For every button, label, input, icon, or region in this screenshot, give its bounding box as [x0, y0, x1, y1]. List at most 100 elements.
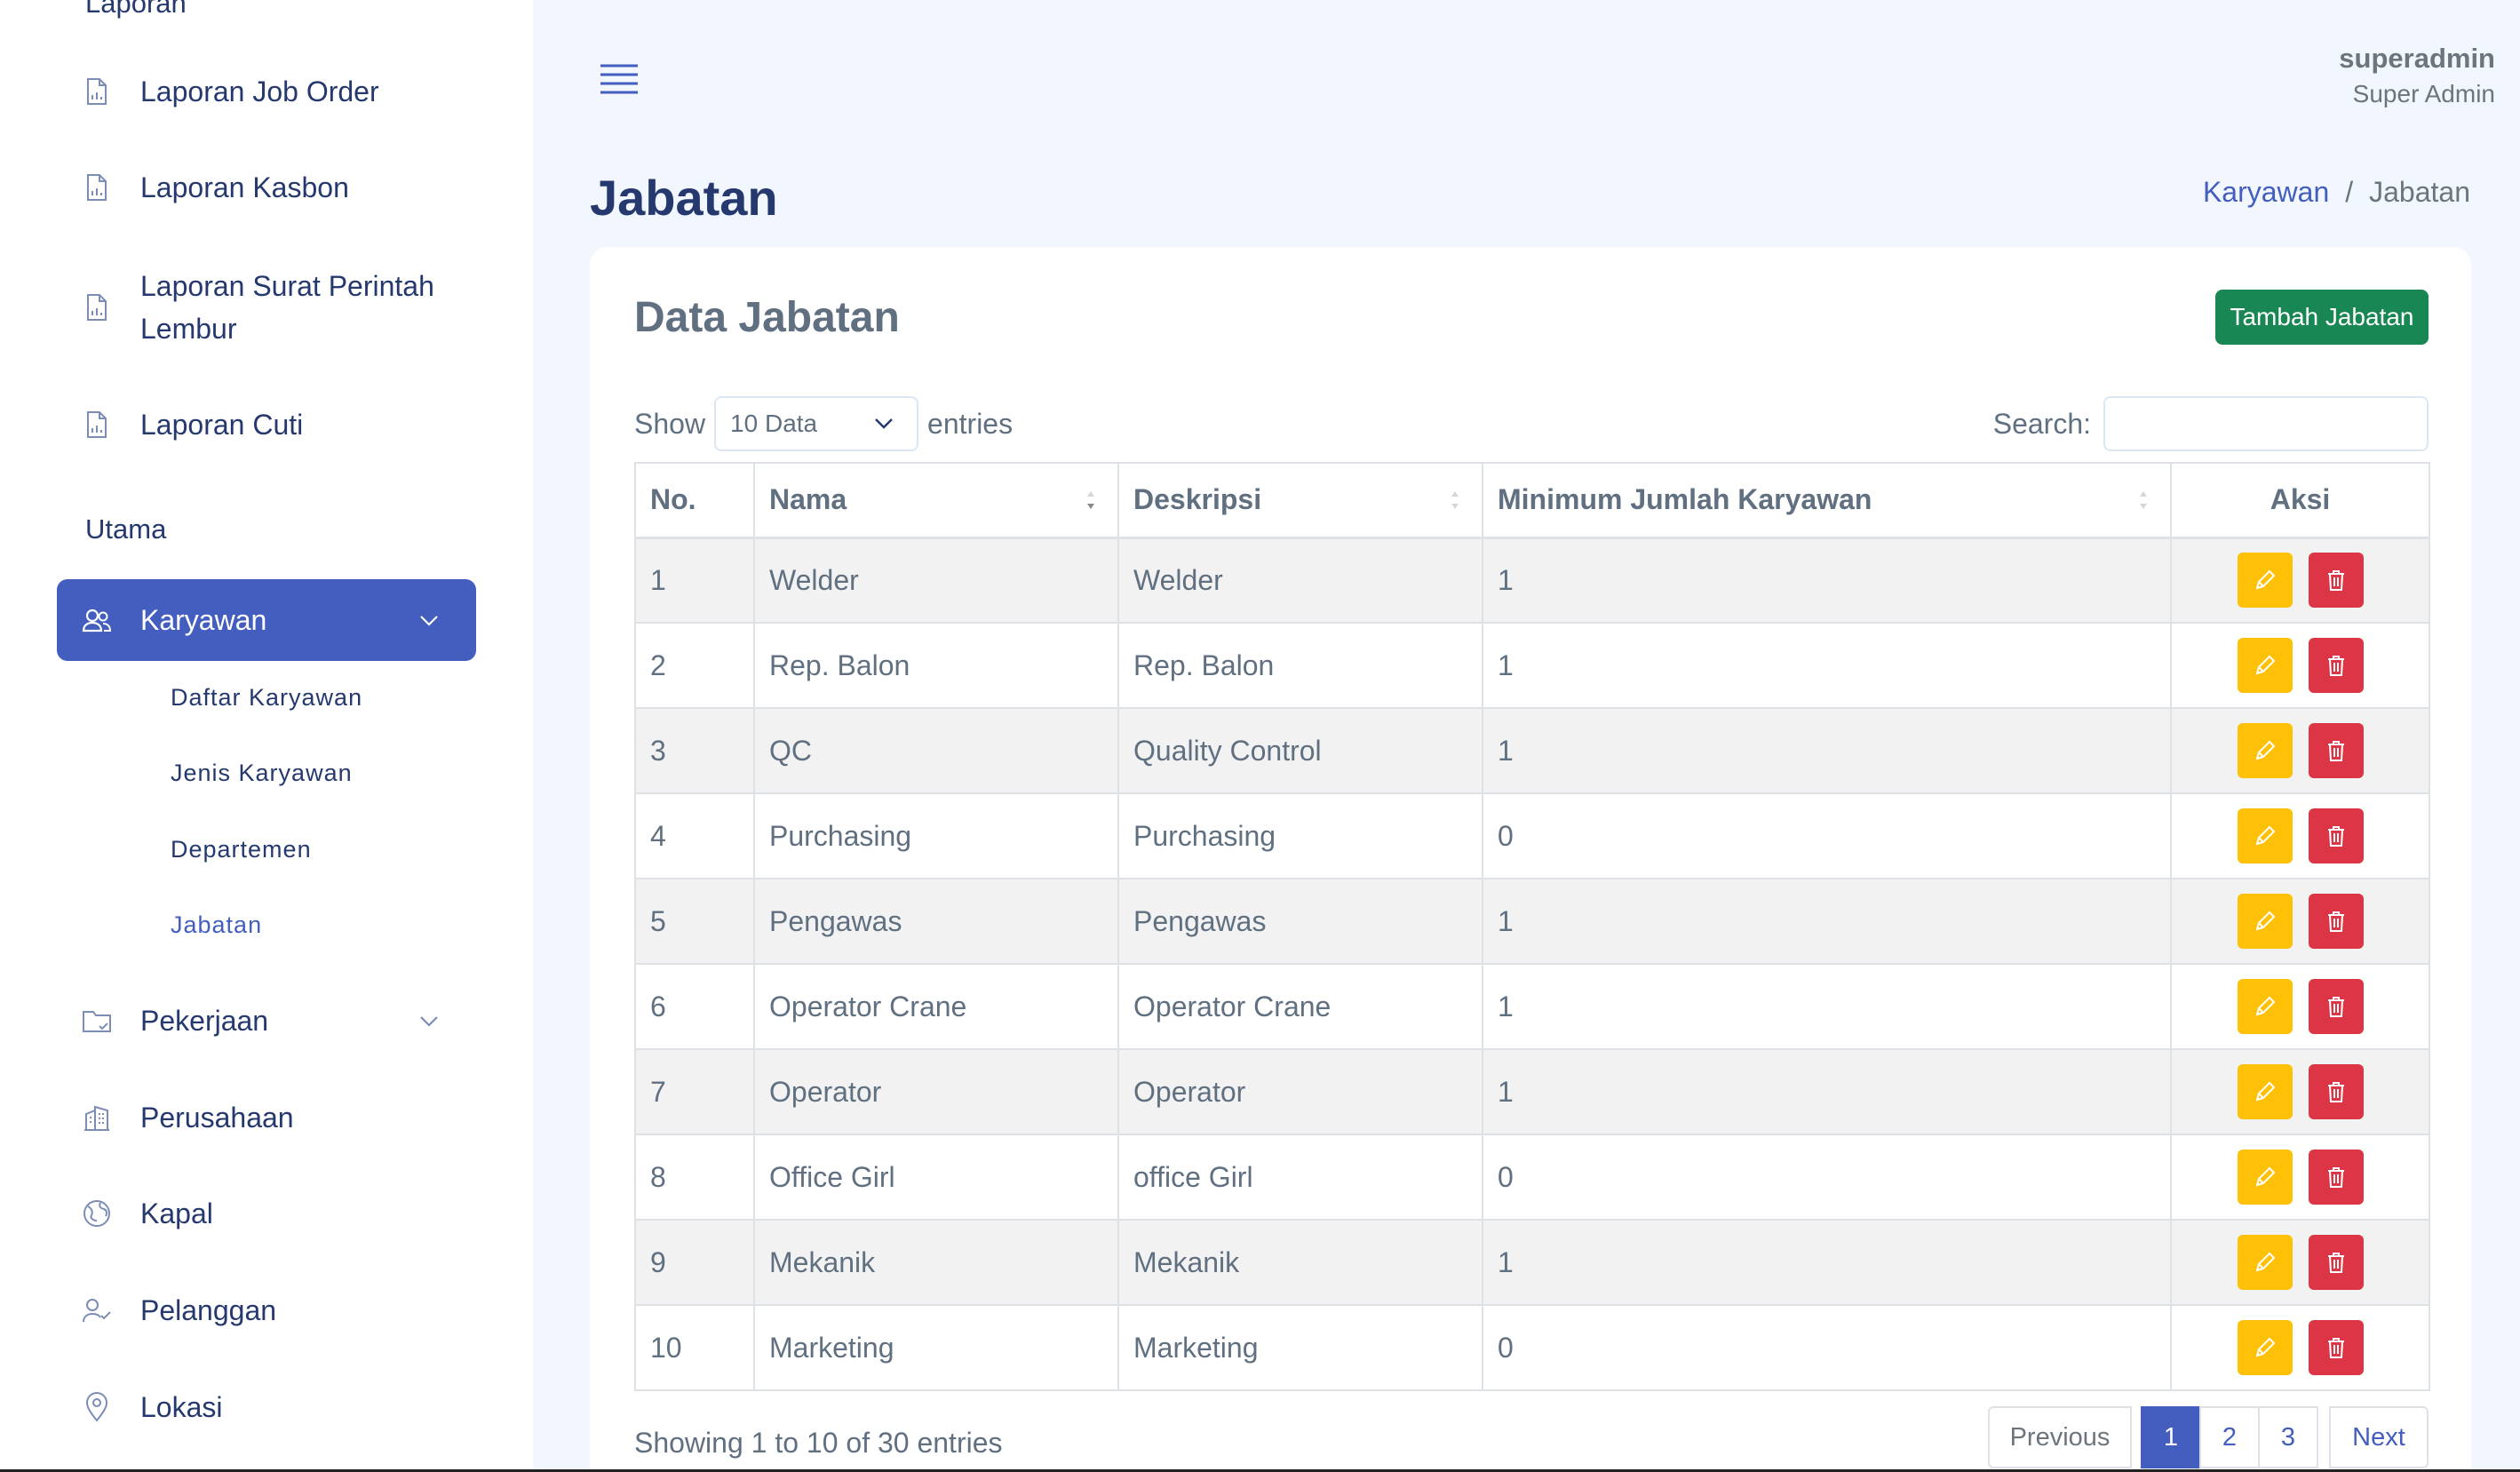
col-header-no[interactable]: No.: [634, 462, 755, 539]
cell-aksi: [2170, 1304, 2430, 1391]
delete-button[interactable]: [2308, 1150, 2364, 1205]
pencil-icon: [2255, 996, 2275, 1016]
entries-select[interactable]: 10 Data: [714, 396, 919, 451]
table-row: 2 Rep. Balon Rep. Balon 1: [634, 622, 2430, 709]
trash-icon: [2327, 570, 2344, 592]
user-menu[interactable]: superadmin Super Admin: [2339, 43, 2495, 108]
add-jabatan-button[interactable]: Tambah Jabatan: [2215, 290, 2429, 345]
pencil-icon: [2255, 569, 2275, 590]
trash-icon: [2327, 1167, 2344, 1188]
row-actions: [2237, 1320, 2364, 1375]
cell-nama: Operator: [753, 1048, 1119, 1135]
delete-button[interactable]: [2308, 808, 2364, 863]
delete-button[interactable]: [2308, 1064, 2364, 1119]
breadcrumb-separator: /: [2345, 176, 2354, 208]
person-check-icon: [82, 1295, 112, 1325]
cell-aksi: [2170, 537, 2430, 624]
edit-button[interactable]: [2237, 1235, 2293, 1290]
sidebar-item-label: Karyawan: [140, 604, 267, 636]
people-icon: [82, 605, 112, 635]
edit-button[interactable]: [2237, 638, 2293, 693]
row-actions: [2237, 553, 2364, 609]
trash-icon: [2327, 826, 2344, 847]
pagination-page-1[interactable]: 1: [2141, 1406, 2201, 1468]
cell-nama: Purchasing: [753, 792, 1119, 879]
pagination-next-button[interactable]: Next: [2329, 1406, 2429, 1468]
col-header-minimum[interactable]: Minimum Jumlah Karyawan: [1482, 462, 2172, 539]
sidebar-item-label: Laporan Cuti: [140, 409, 304, 441]
cell-deskripsi: Welder: [1117, 537, 1483, 624]
edit-button[interactable]: [2237, 723, 2293, 778]
edit-button[interactable]: [2237, 1320, 2293, 1375]
edit-button[interactable]: [2237, 1150, 2293, 1205]
cell-deskripsi: office Girl: [1117, 1134, 1483, 1221]
chevron-down-icon: [875, 418, 893, 429]
cell-nama: Office Girl: [753, 1134, 1119, 1221]
row-actions: [2237, 638, 2364, 693]
delete-button[interactable]: [2308, 979, 2364, 1034]
sidebar-item-kapal[interactable]: Kapal: [57, 1174, 476, 1253]
cell-no: 10: [634, 1304, 755, 1391]
search-control: Search:: [1993, 396, 2429, 451]
pagination-page-3[interactable]: 3: [2258, 1406, 2318, 1468]
breadcrumb-link-karyawan[interactable]: Karyawan: [2203, 176, 2329, 209]
cell-minimum: 1: [1482, 622, 2172, 709]
pagination-previous-button[interactable]: Previous: [1988, 1406, 2132, 1468]
edit-button[interactable]: [2237, 808, 2293, 863]
col-header-deskripsi[interactable]: Deskripsi: [1117, 462, 1483, 539]
sidebar-subitem-departemen[interactable]: Departemen: [171, 836, 312, 863]
search-input[interactable]: [2103, 396, 2429, 451]
edit-button[interactable]: [2237, 1064, 2293, 1119]
table-row: 1 Welder Welder 1: [634, 537, 2430, 624]
delete-button[interactable]: [2308, 894, 2364, 949]
trash-icon: [2327, 1338, 2344, 1358]
sidebar-item-pelanggan[interactable]: Pelanggan: [57, 1270, 476, 1350]
cell-deskripsi: Quality Control: [1117, 707, 1483, 794]
cell-minimum: 0: [1482, 1134, 2172, 1221]
sidebar-item-label: Laporan Job Order: [140, 76, 379, 107]
cell-minimum: 0: [1482, 792, 2172, 879]
sidebar-item-laporan-kasbon[interactable]: Laporan Kasbon: [57, 147, 476, 227]
delete-button[interactable]: [2308, 1320, 2364, 1375]
table-row: 8 Office Girl office Girl 0: [634, 1134, 2430, 1221]
row-actions: [2237, 808, 2364, 863]
sidebar-item-karyawan[interactable]: Karyawan: [57, 579, 476, 661]
table-row: 5 Pengawas Pengawas 1: [634, 878, 2430, 965]
cell-no: 8: [634, 1134, 755, 1221]
col-header-label: Nama: [769, 483, 847, 516]
sidebar-item-label: Perusahaan: [140, 1102, 294, 1134]
col-header-nama[interactable]: Nama: [753, 462, 1119, 539]
row-actions: [2237, 894, 2364, 949]
pencil-icon: [2255, 1081, 2275, 1102]
folder-icon: [82, 1006, 112, 1036]
sidebar-item-laporan-spl[interactable]: Laporan Surat Perintah Lembur: [57, 259, 476, 355]
sidebar-item-pekerjaan[interactable]: Pekerjaan: [57, 981, 476, 1061]
pagination-page-2[interactable]: 2: [2199, 1406, 2260, 1468]
delete-button[interactable]: [2308, 638, 2364, 693]
user-role: Super Admin: [2352, 80, 2495, 107]
delete-button[interactable]: [2308, 553, 2364, 609]
sidebar-item-laporan-job-order[interactable]: Laporan Job Order: [57, 52, 476, 131]
sidebar-subitem-daftar-karyawan[interactable]: Daftar Karyawan: [171, 684, 362, 712]
sidebar-item-label: Laporan Surat Perintah Lembur: [140, 270, 434, 345]
delete-button[interactable]: [2308, 723, 2364, 778]
cell-minimum: 1: [1482, 963, 2172, 1050]
page-title: Jabatan: [590, 170, 778, 226]
delete-button[interactable]: [2308, 1235, 2364, 1290]
cell-no: 4: [634, 792, 755, 879]
sidebar-item-laporan-cuti[interactable]: Laporan Cuti: [57, 385, 476, 465]
sidebar-item-perusahaan[interactable]: Perusahaan: [57, 1078, 476, 1158]
table-row: 9 Mekanik Mekanik 1: [634, 1219, 2430, 1306]
col-header-aksi: Aksi: [2170, 462, 2430, 539]
edit-button[interactable]: [2237, 979, 2293, 1034]
table-info: Showing 1 to 10 of 30 entries: [634, 1427, 1003, 1459]
edit-button[interactable]: [2237, 894, 2293, 949]
hamburger-menu-icon[interactable]: [599, 62, 640, 98]
sidebar-subitem-jenis-karyawan[interactable]: Jenis Karyawan: [171, 760, 353, 787]
cell-aksi: [2170, 1048, 2430, 1135]
cell-aksi: [2170, 1134, 2430, 1221]
edit-button[interactable]: [2237, 553, 2293, 609]
col-header-label: Minimum Jumlah Karyawan: [1498, 483, 1872, 516]
sidebar-subitem-jabatan[interactable]: Jabatan: [171, 911, 262, 939]
sidebar-item-lokasi[interactable]: Lokasi: [57, 1367, 476, 1447]
